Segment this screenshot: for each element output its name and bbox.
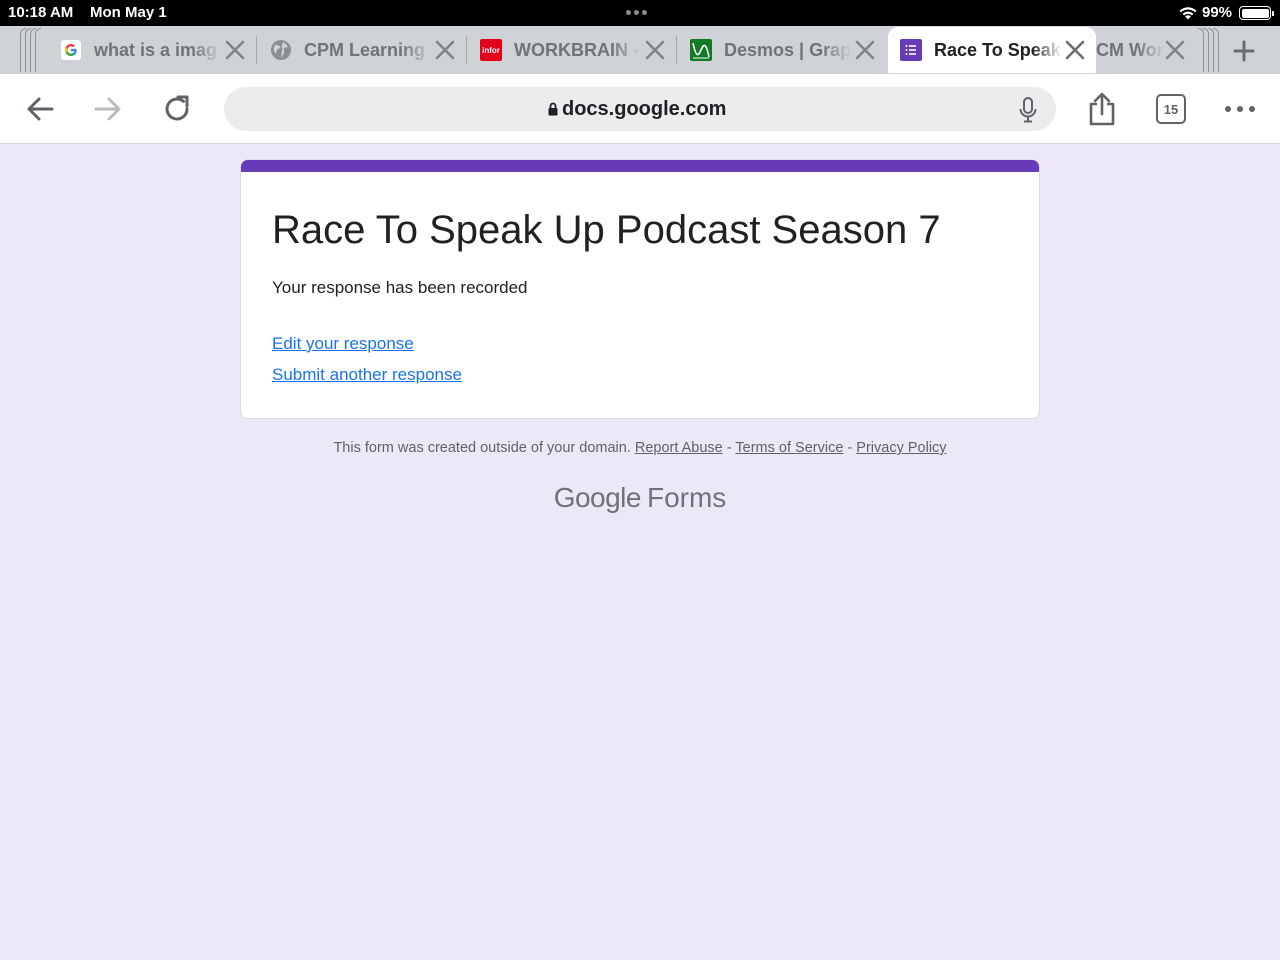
- tab-stack-left[interactable]: [20, 28, 50, 72]
- google-g-icon: [60, 39, 82, 61]
- submit-another-response-link[interactable]: Submit another response: [272, 365, 462, 385]
- forward-arrow-icon: [94, 97, 121, 121]
- more-menu-button[interactable]: [1222, 91, 1258, 127]
- forward-button[interactable]: [90, 91, 126, 127]
- wifi-icon: [1179, 7, 1197, 20]
- plus-icon[interactable]: [1228, 36, 1260, 66]
- close-icon[interactable]: [854, 39, 876, 61]
- tab-title: CM Wor: [1096, 40, 1166, 61]
- tab-switcher-button[interactable]: 15: [1156, 94, 1186, 124]
- status-bar: 10:18 AM Mon May 1 99%: [0, 0, 1280, 26]
- close-icon[interactable]: [644, 39, 666, 61]
- google-forms-logo[interactable]: Google Forms: [0, 482, 1280, 514]
- privacy-policy-link[interactable]: Privacy Policy: [856, 440, 946, 456]
- tab-title: Desmos | Grap: [724, 40, 852, 61]
- footer-note: This form was created outside of your do…: [0, 440, 1280, 456]
- infor-icon: infor: [480, 39, 502, 61]
- tab-title: CPM Learning: [304, 40, 432, 61]
- desmos-icon: [690, 39, 712, 61]
- google-wordmark: Google: [553, 482, 642, 513]
- browser-toolbar: docs.google.com 15: [0, 74, 1280, 144]
- status-time: 10:18 AM: [8, 4, 74, 21]
- card-accent-bar: [241, 160, 1039, 172]
- infor-icon-text: infor: [482, 45, 500, 55]
- globe-icon: [270, 39, 292, 61]
- reload-button[interactable]: [159, 91, 195, 127]
- tab-title: WORKBRAIN -: [514, 40, 642, 61]
- close-icon[interactable]: [434, 39, 456, 61]
- share-button[interactable]: [1084, 91, 1120, 127]
- close-icon[interactable]: [1064, 39, 1086, 61]
- multitasking-dots-icon[interactable]: [626, 10, 647, 15]
- tab-desmos[interactable]: Desmos | Grap: [678, 27, 886, 73]
- report-abuse-link[interactable]: Report Abuse: [635, 440, 723, 456]
- reload-icon: [165, 95, 189, 121]
- status-date: Mon May 1: [90, 4, 167, 21]
- edit-response-link[interactable]: Edit your response: [272, 334, 414, 354]
- address-bar[interactable]: docs.google.com: [224, 87, 1056, 131]
- domain-notice: This form was created outside of your do…: [333, 440, 631, 456]
- tab-title: Race To Speak: [934, 40, 1062, 61]
- tab-google-search[interactable]: what is a imag: [48, 27, 256, 73]
- tab-strip: what is a imag CPM Learning infor WORKBR…: [0, 26, 1280, 74]
- forms-wordmark: Forms: [646, 482, 727, 513]
- confirmation-message: Your response has been recorded: [272, 278, 528, 297]
- back-button[interactable]: [22, 91, 58, 127]
- close-icon[interactable]: [224, 39, 246, 61]
- tab-cm-wor[interactable]: CM Wor: [1088, 27, 1196, 73]
- lock-icon: [548, 102, 558, 116]
- confirmation-card: Race To Speak Up Podcast Season 7 Your r…: [240, 159, 1040, 419]
- close-icon[interactable]: [1164, 39, 1186, 61]
- url-text: docs.google.com: [562, 98, 727, 120]
- battery-icon: [1239, 6, 1274, 20]
- google-forms-icon: [900, 39, 922, 61]
- footer-separator: -: [726, 440, 732, 456]
- tab-workbrain[interactable]: infor WORKBRAIN -: [468, 27, 676, 73]
- microphone-icon[interactable]: [1019, 97, 1037, 123]
- tab-cpm-learning[interactable]: CPM Learning: [258, 27, 466, 73]
- page-content: Race To Speak Up Podcast Season 7 Your r…: [0, 145, 1280, 960]
- back-arrow-icon: [27, 97, 54, 121]
- more-horizontal-icon: [1225, 106, 1255, 112]
- tab-stack-right[interactable]: [1196, 28, 1224, 72]
- terms-of-service-link[interactable]: Terms of Service: [735, 440, 843, 456]
- tab-title: what is a imag: [94, 40, 222, 61]
- footer-separator: -: [847, 440, 853, 456]
- form-title: Race To Speak Up Podcast Season 7: [272, 208, 941, 252]
- tab-count: 15: [1163, 101, 1179, 117]
- battery-percent: 99%: [1202, 4, 1233, 21]
- tab-google-forms-active[interactable]: Race To Speak: [888, 27, 1096, 73]
- share-icon: [1089, 92, 1115, 126]
